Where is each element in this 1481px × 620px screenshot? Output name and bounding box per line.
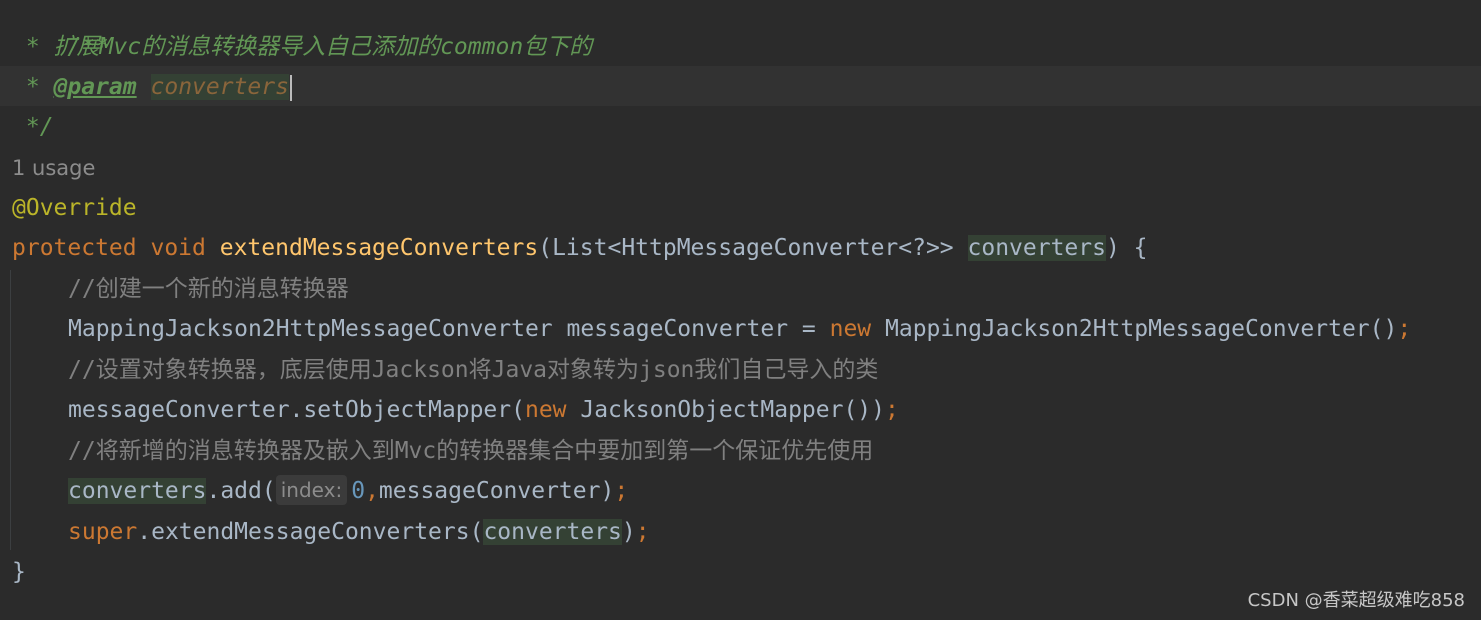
semicolon: ; bbox=[635, 519, 650, 545]
converters-reference[interactable]: converters bbox=[483, 519, 622, 545]
code-line-usage[interactable]: 1 usage bbox=[12, 148, 95, 188]
code-line-annotation[interactable]: @Override bbox=[12, 188, 137, 228]
constructor-call[interactable]: JacksonObjectMapper()) bbox=[567, 397, 885, 423]
return-type-keyword: void bbox=[150, 235, 206, 261]
closing-brace: } bbox=[12, 559, 26, 585]
code-line-converter-decl[interactable]: MappingJackson2HttpMessageConverter mess… bbox=[68, 309, 1411, 349]
code-line-comment-1[interactable]: //创建一个新的消息转换器 bbox=[68, 269, 349, 309]
line-comment: //将新增的消息转换器及嵌入到Mvc的转换器集合中要加到第一个保证优先使用 bbox=[68, 438, 874, 464]
line-comment: //创建一个新的消息转换器 bbox=[68, 276, 349, 302]
doc-comment-close: */ bbox=[12, 114, 54, 140]
comma: , bbox=[365, 478, 379, 504]
code-line-comment-2[interactable]: //设置对象转换器，底层使用Jackson将Java对象转为json我们自己导入… bbox=[68, 350, 878, 390]
semicolon: ; bbox=[614, 478, 629, 504]
signature-close: ) { bbox=[1105, 235, 1148, 261]
code-line-super-call[interactable]: super.extendMessageConverters(converters… bbox=[68, 512, 650, 552]
new-keyword: new bbox=[829, 316, 872, 342]
constructor-call[interactable]: MappingJackson2HttpMessageConverter() bbox=[871, 316, 1397, 342]
code-editor[interactable]: /** * 扩展Mvc的消息转换器导入自己添加的common包下的 * @par… bbox=[0, 0, 1481, 620]
doc-param-name[interactable]: converters bbox=[150, 74, 289, 100]
code-line-comment-3[interactable]: //将新增的消息转换器及嵌入到Mvc的转换器集合中要加到第一个保证优先使用 bbox=[68, 431, 873, 471]
code-line-doc-close[interactable]: */ bbox=[12, 107, 54, 147]
code-line-doc-summary[interactable]: * 扩展Mvc的消息转换器导入自己添加的common包下的 bbox=[12, 27, 592, 67]
indent-guide bbox=[10, 270, 11, 550]
method-name[interactable]: extendMessageConverters bbox=[220, 235, 539, 261]
param-name-highlighted[interactable]: converters bbox=[967, 235, 1106, 261]
call-close: ) bbox=[621, 519, 636, 545]
code-line-doc-open[interactable]: /** bbox=[12, 0, 109, 60]
doc-comment-prefix: * bbox=[12, 34, 54, 60]
converters-reference[interactable]: converters bbox=[68, 478, 207, 504]
param-type[interactable]: (List<HttpMessageConverter<?>> bbox=[538, 235, 967, 261]
doc-param-tag[interactable]: @param bbox=[54, 74, 137, 100]
declaration[interactable]: MappingJackson2HttpMessageConverter mess… bbox=[68, 316, 830, 342]
code-line-set-mapper[interactable]: messageConverter.setObjectMapper(new Jac… bbox=[68, 390, 899, 430]
index-literal[interactable]: 0 bbox=[351, 478, 365, 504]
method-call[interactable]: .add( bbox=[206, 478, 275, 504]
code-line-closing-brace[interactable]: } bbox=[12, 552, 26, 592]
usage-hint-link[interactable]: 1 usage bbox=[12, 156, 95, 180]
code-line-doc-param[interactable]: * @param converters bbox=[12, 67, 292, 107]
argument[interactable]: messageConverter) bbox=[379, 478, 614, 504]
super-keyword: super bbox=[68, 519, 138, 545]
code-line-add-converter[interactable]: converters.add(index: 0,messageConverter)… bbox=[68, 471, 628, 511]
text-caret bbox=[289, 74, 292, 101]
line-comment: //设置对象转换器，底层使用Jackson将Java对象转为json我们自己导入… bbox=[68, 357, 879, 383]
doc-comment-summary: 扩展Mvc的消息转换器导入自己添加的common包下的 bbox=[53, 34, 593, 60]
semicolon: ; bbox=[1397, 316, 1412, 342]
method-call[interactable]: messageConverter.setObjectMapper( bbox=[68, 397, 525, 423]
code-line-signature[interactable]: protected void extendMessageConverters(L… bbox=[12, 228, 1148, 268]
doc-comment-prefix: * bbox=[12, 74, 54, 100]
modifier-keyword: protected bbox=[12, 235, 137, 261]
semicolon: ; bbox=[885, 397, 899, 423]
watermark: CSDN @香菜超级难吃858 bbox=[1247, 590, 1465, 611]
parameter-name-hint: index: bbox=[275, 475, 348, 505]
override-annotation[interactable]: @Override bbox=[12, 195, 137, 221]
new-keyword: new bbox=[524, 397, 567, 423]
method-call[interactable]: .extendMessageConverters( bbox=[137, 519, 483, 545]
